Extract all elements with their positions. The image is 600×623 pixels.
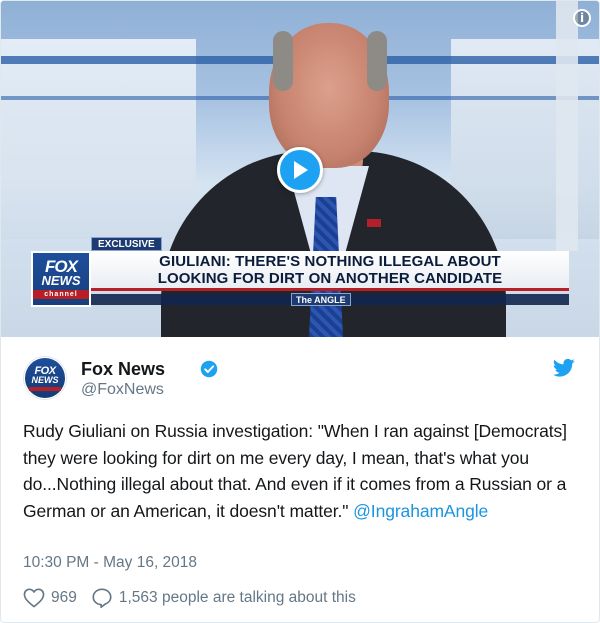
verified-badge-icon bbox=[200, 360, 218, 378]
tweet-text: Rudy Giuliani on Russia investigation: "… bbox=[23, 418, 579, 524]
logo-news-text: NEWS bbox=[41, 273, 81, 288]
flag-pin bbox=[367, 219, 381, 227]
heart-icon bbox=[23, 588, 45, 608]
author-handle[interactable]: @FoxNews bbox=[81, 381, 164, 399]
show-name-tag: The ANGLE bbox=[291, 293, 351, 306]
avatar-news-text: NEWS bbox=[31, 374, 59, 385]
lower-third-headline: GIULIANI: THERE'S NOTHING ILLEGAL ABOUT … bbox=[91, 251, 569, 291]
embedded-tweet-card: FOX NEWS channel EXCLUSIVE GIULIANI: THE… bbox=[0, 0, 600, 623]
conversation-button[interactable]: 1,563 people are talking about this bbox=[91, 587, 356, 609]
headline-line-1: GIULIANI: THERE'S NOTHING ILLEGAL ABOUT bbox=[159, 252, 501, 270]
logo-channel-text: channel bbox=[33, 290, 89, 299]
studio-pillar bbox=[556, 1, 578, 251]
fox-news-avatar-logo: FOX NEWS bbox=[25, 358, 65, 398]
logo-fox-text: FOX bbox=[45, 257, 78, 276]
like-count: 969 bbox=[51, 589, 77, 606]
speaker-hair bbox=[273, 31, 293, 91]
speech-bubble-icon bbox=[92, 588, 112, 608]
video-player[interactable]: FOX NEWS channel EXCLUSIVE GIULIANI: THE… bbox=[1, 1, 599, 337]
play-button[interactable] bbox=[277, 147, 323, 193]
tweet-actions: 969 1,563 people are talking about this bbox=[23, 586, 356, 610]
avatar[interactable]: FOX NEWS bbox=[23, 356, 67, 400]
headline-line-2: LOOKING FOR DIRT ON ANOTHER CANDIDATE bbox=[157, 269, 503, 287]
author-name[interactable]: Fox News bbox=[81, 358, 165, 380]
divider bbox=[1, 580, 599, 581]
avatar-channel-bar bbox=[29, 386, 61, 391]
play-icon bbox=[294, 161, 308, 179]
mention-link[interactable]: @IngrahamAngle bbox=[353, 501, 488, 521]
info-icon[interactable]: i bbox=[573, 9, 591, 27]
talking-label: 1,563 people are talking about this bbox=[118, 589, 356, 606]
fox-news-logo: FOX NEWS channel bbox=[31, 251, 91, 307]
studio-panel bbox=[1, 39, 196, 239]
twitter-bird-icon[interactable] bbox=[553, 358, 575, 378]
tweet-author: FOX NEWS Fox News @FoxNews bbox=[23, 356, 579, 402]
speaker-hair bbox=[367, 31, 387, 91]
tweet-timestamp[interactable]: 10:30 PM - May 16, 2018 bbox=[23, 553, 197, 573]
exclusive-tag: EXCLUSIVE bbox=[91, 237, 162, 251]
avatar-fox-text: FOX bbox=[34, 364, 56, 377]
like-button[interactable]: 969 bbox=[23, 588, 91, 608]
